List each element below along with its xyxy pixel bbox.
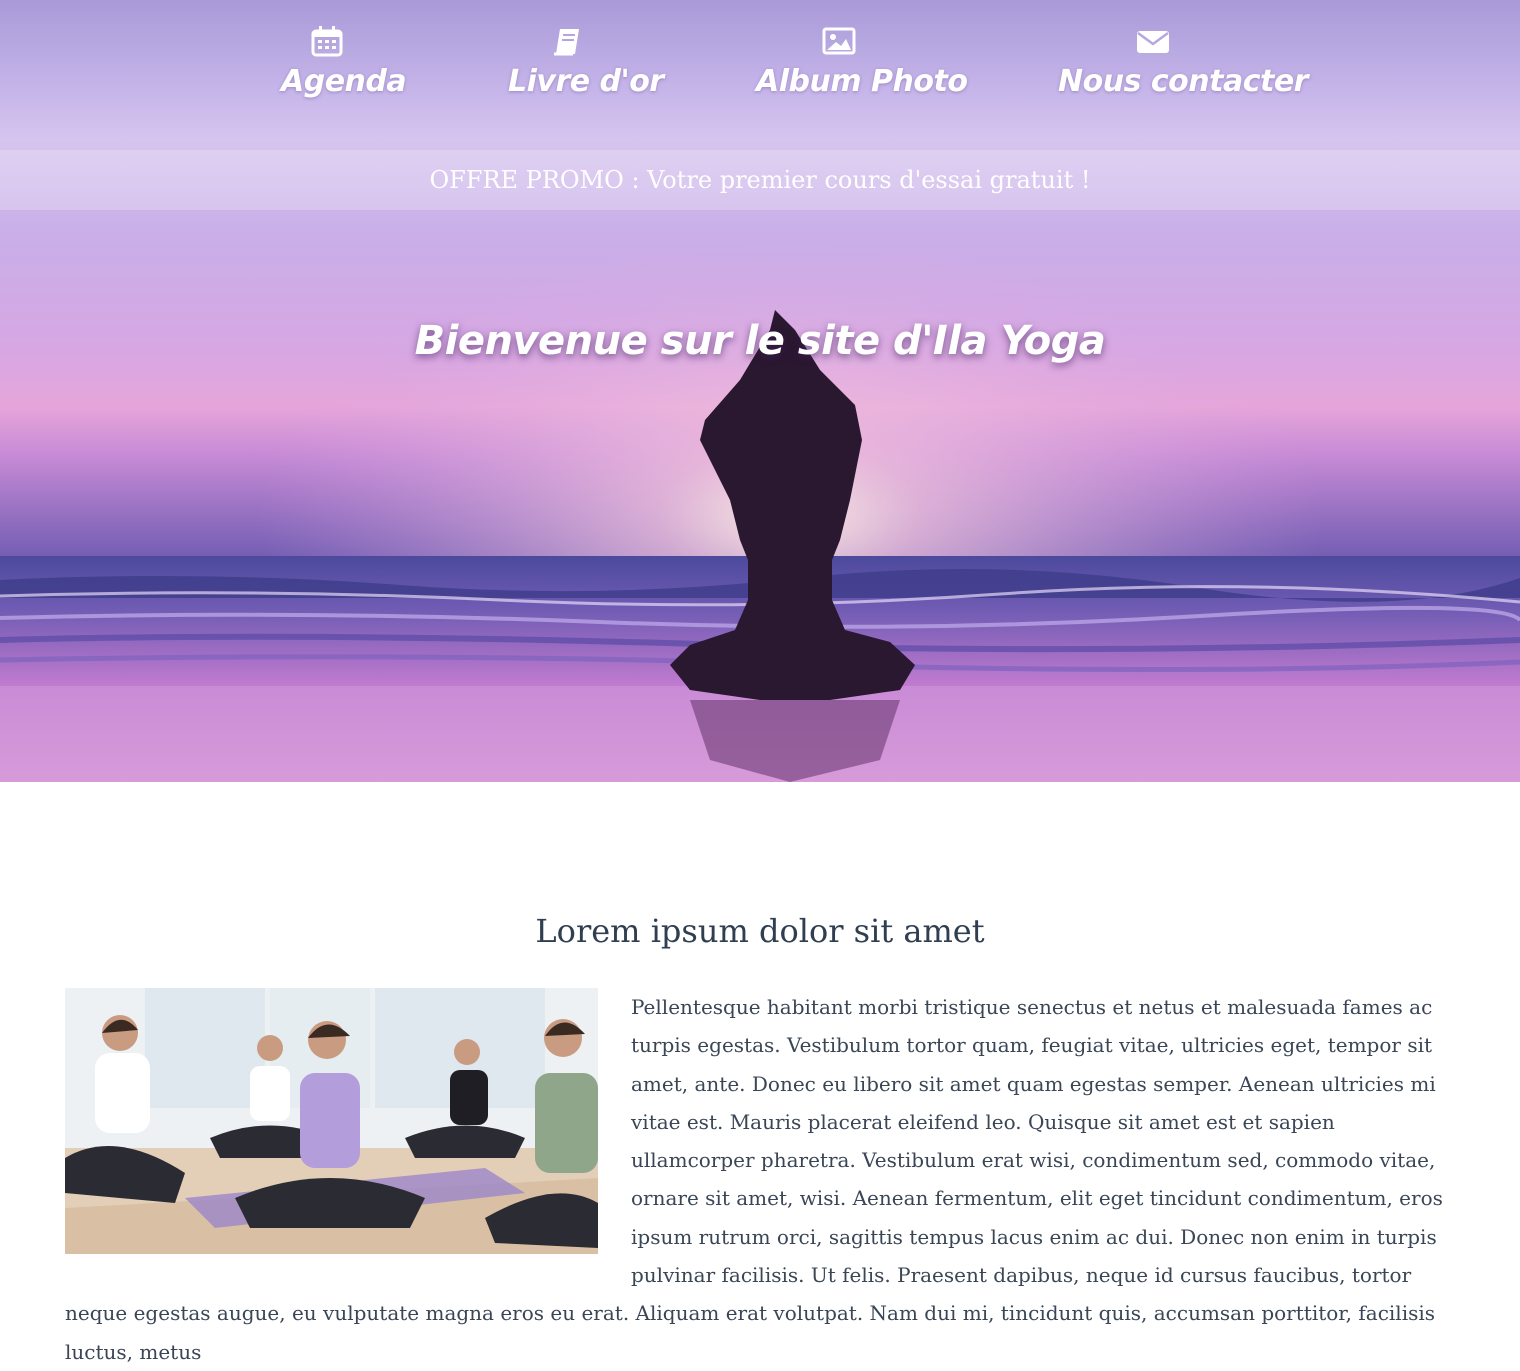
nav-item-label: Nous contacter [1058,64,1308,99]
image-icon [822,27,856,55]
hero-banner: Agenda Livre d'or Album Photo Nous conta… [0,0,1520,782]
promo-banner: OFFRE PROMO : Votre premier cours d'essa… [0,150,1520,210]
nav-item-livre-dor[interactable]: Livre d'or [508,24,664,99]
nav-item-agenda[interactable]: Agenda [281,24,407,99]
nav-item-album-photo[interactable]: Album Photo [756,24,968,99]
nav-item-label: Livre d'or [508,64,664,99]
yoga-class-image [65,988,598,1254]
article-section: Pellentesque habitant morbi tristique se… [65,988,1455,1371]
nav-item-label: Album Photo [756,64,968,99]
top-navigation: Agenda Livre d'or Album Photo Nous conta… [0,0,1520,150]
section-heading: Lorem ipsum dolor sit amet [535,912,985,950]
book-icon [554,29,579,56]
yoga-class-photo [65,988,598,1254]
hero-title: Bienvenue sur le site d'Ila Yoga [414,318,1106,364]
nav-item-nous-contacter[interactable]: Nous contacter [1058,24,1308,99]
nav-item-label: Agenda [281,64,407,99]
envelope-icon [1137,31,1169,53]
calendar-icon [311,26,343,57]
